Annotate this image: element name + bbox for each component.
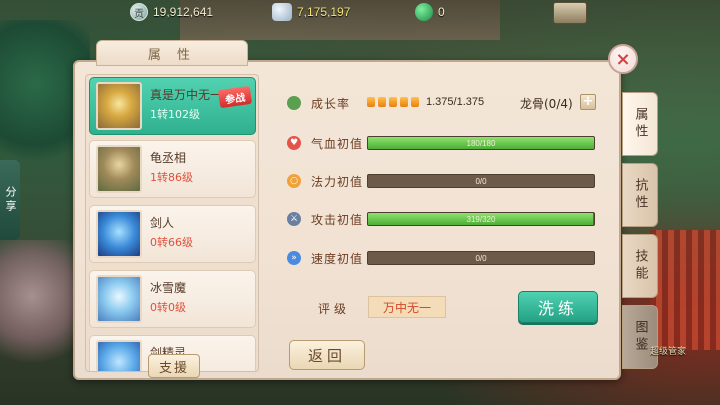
pet-portrait bbox=[96, 275, 142, 323]
currency-amount: 0 bbox=[438, 5, 445, 19]
growth-gem-icon bbox=[411, 97, 419, 107]
growth-label: 成长率 bbox=[311, 97, 351, 111]
stat-bar: 0/0 bbox=[367, 174, 595, 188]
pet-portrait bbox=[96, 210, 142, 258]
close-button[interactable]: × bbox=[608, 44, 638, 74]
pet-list[interactable]: 真是万中无一 1转102级 参战 龟丞相 1转86级 剑人 0转66级 冰雪魔 … bbox=[85, 74, 259, 372]
silver-coin-icon: 贡 bbox=[130, 3, 148, 21]
growth-number: 1.375/1.375 bbox=[426, 96, 485, 108]
stat-value: 319/320 bbox=[466, 214, 496, 224]
pet-name: 真是万中无一 bbox=[150, 88, 223, 102]
pet-level: 0转0级 bbox=[150, 301, 186, 314]
silver-ingot-icon bbox=[272, 3, 292, 21]
panel-title: 属 性 bbox=[96, 40, 248, 66]
heart-icon: ♥ bbox=[287, 136, 301, 150]
speed-icon: » bbox=[287, 251, 301, 265]
currency-silver: 7,175,197 bbox=[272, 3, 350, 21]
growth-icon bbox=[287, 96, 301, 110]
stat-label: 气血初值 bbox=[311, 137, 364, 151]
pet-name: 剑人 bbox=[150, 216, 175, 230]
rating-label: 评级 bbox=[318, 302, 351, 316]
currency-amount: 19,912,641 bbox=[153, 5, 214, 19]
add-dragon-bone-button[interactable]: + bbox=[580, 94, 596, 110]
growth-value: 1.375/1.375 bbox=[367, 96, 484, 108]
currency-bar: 贡 19,912,641 7,175,197 0 bbox=[0, 0, 720, 26]
pet-name: 冰雪魔 bbox=[150, 281, 187, 295]
tab-attributes[interactable]: 属性 bbox=[622, 92, 658, 156]
stat-label: 攻击初值 bbox=[311, 213, 364, 227]
pet-list-item[interactable]: 真是万中无一 1转102级 参战 bbox=[89, 77, 256, 135]
stat-row-speed: » 速度初值 0/0 bbox=[287, 249, 607, 269]
scene-red-tower bbox=[650, 230, 720, 350]
rating-value: 万中无一 bbox=[368, 296, 446, 318]
pet-level: 1转86级 bbox=[150, 171, 193, 184]
pet-portrait bbox=[96, 82, 142, 130]
stat-row-mp: ○ 法力初值 0/0 bbox=[287, 172, 607, 192]
corner-label: 超级管家 bbox=[650, 347, 687, 357]
stat-row-attack: ⚔ 攻击初值 319/320 bbox=[287, 210, 607, 230]
back-button[interactable]: 返回 bbox=[289, 340, 365, 370]
pet-portrait bbox=[96, 145, 142, 193]
pet-list-item[interactable]: 剑人 0转66级 bbox=[89, 205, 256, 263]
selected-arrow-icon bbox=[258, 100, 259, 112]
battle-badge: 参战 bbox=[217, 85, 253, 109]
stat-bar: 319/320 bbox=[367, 212, 595, 226]
pet-level: 1转102级 bbox=[150, 108, 200, 121]
currency-gem: 0 bbox=[415, 3, 445, 21]
stat-label: 法力初值 bbox=[311, 175, 364, 189]
wash-button[interactable]: 洗练 bbox=[518, 291, 598, 323]
dragon-bone-count: 龙骨(0/4) bbox=[520, 97, 573, 111]
scene-blossom-tree bbox=[0, 240, 80, 380]
growth-gem-icon bbox=[389, 97, 397, 107]
stat-value: 180/180 bbox=[466, 138, 496, 148]
growth-row: 成长率 1.375/1.375 龙骨(0/4) + bbox=[287, 94, 607, 114]
tab-skills[interactable]: 技能 bbox=[622, 234, 658, 298]
currency-contribution: 贡 19,912,641 bbox=[130, 3, 213, 21]
stat-bar: 180/180 bbox=[367, 136, 595, 150]
tab-codex[interactable]: 图鉴 bbox=[622, 305, 658, 369]
share-button[interactable]: 分享 bbox=[0, 160, 20, 240]
green-gem-icon bbox=[415, 3, 433, 21]
pet-list-item[interactable]: 冰雪魔 0转0级 bbox=[89, 270, 256, 328]
currency-amount: 7,175,197 bbox=[297, 5, 351, 19]
stat-bar: 0/0 bbox=[367, 251, 595, 265]
stat-row-hp: ♥ 气血初值 180/180 bbox=[287, 134, 607, 154]
pet-level: 0转66级 bbox=[150, 236, 193, 249]
stat-value: 0/0 bbox=[475, 176, 487, 186]
sword-icon: ⚔ bbox=[287, 212, 301, 226]
mana-icon: ○ bbox=[287, 174, 301, 188]
stat-value: 0/0 bbox=[475, 253, 487, 263]
growth-gem-icon bbox=[367, 97, 375, 107]
growth-gem-icon bbox=[378, 97, 386, 107]
growth-gem-icon bbox=[400, 97, 408, 107]
tab-resistance[interactable]: 抗性 bbox=[622, 163, 658, 227]
support-button[interactable]: 支援 bbox=[148, 354, 200, 378]
pet-list-item[interactable]: 龟丞相 1转86级 bbox=[89, 140, 256, 198]
stat-label: 速度初值 bbox=[311, 252, 364, 266]
pet-portrait bbox=[96, 340, 142, 371]
gift-icon[interactable] bbox=[553, 2, 587, 24]
pet-name: 龟丞相 bbox=[150, 151, 187, 165]
